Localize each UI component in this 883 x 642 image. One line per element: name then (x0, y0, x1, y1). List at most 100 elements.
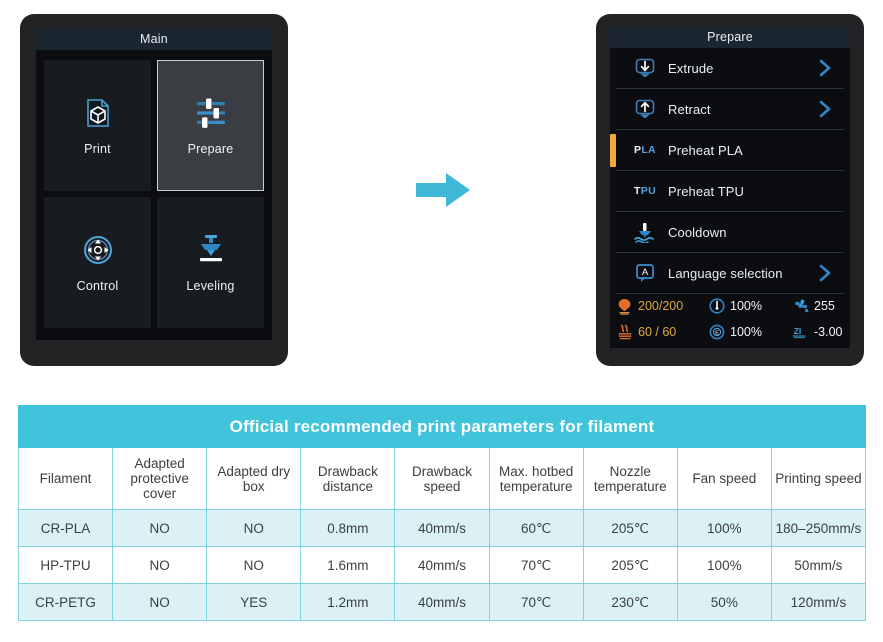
main-screen-device: Main Print Prepare Control Leveling (20, 14, 288, 366)
tile-prepare[interactable]: Prepare (157, 60, 264, 191)
svg-text:ZI: ZI (794, 325, 802, 335)
col-nozzle-temperature: Nozzle temperature (582, 447, 678, 510)
menu-row-preheat-pla[interactable]: PLA Preheat PLA (610, 130, 844, 171)
cell-fan-speed: 100% (676, 546, 772, 584)
col-drawback-distance: Drawback distance (300, 447, 396, 510)
cell-filament: CR-PLA (17, 509, 114, 547)
cell-fan-speed: 100% (676, 509, 772, 547)
cell-drawback-speed: 40mm/s (394, 546, 490, 584)
cell-printing-speed: 50mm/s (770, 546, 867, 584)
tpu-tag-icon: TPU (630, 178, 660, 204)
tile-control[interactable]: Control (44, 197, 151, 328)
right-arrow-icon (416, 172, 470, 208)
cell-protective-cover: NO (112, 583, 208, 621)
dpad-move-icon (81, 233, 115, 267)
menu-label-language-selection: Language selection (668, 265, 783, 281)
pla-tag-blue: LA (641, 144, 656, 156)
cell-protective-cover: NO (112, 546, 208, 584)
chevron-right-icon (818, 59, 832, 77)
status-flow-percent-value: 100% (730, 325, 762, 339)
prepare-screen-title: Prepare (610, 26, 850, 48)
col-printing-speed: Printing speed (770, 447, 867, 510)
cell-drawback-distance: 0.8mm (300, 509, 396, 547)
cell-drawback-speed: 40mm/s (394, 509, 490, 547)
main-screen: Main Print Prepare Control Leveling (36, 28, 272, 340)
menu-row-preheat-tpu[interactable]: TPU Preheat TPU (616, 171, 844, 212)
prepare-status-strip: 200/200 100% 255 60 / 60 E 100% ZI -3.00 (616, 290, 844, 346)
main-menu-grid: Print Prepare Control Leveling (36, 50, 272, 340)
print-file-cube-icon (81, 96, 115, 130)
col-filament: Filament (17, 447, 114, 510)
cell-printing-speed: 120mm/s (770, 583, 867, 621)
tile-leveling[interactable]: Leveling (157, 197, 264, 328)
language-a-icon: A (630, 260, 660, 286)
status-z-offset-value: -3.00 (814, 325, 843, 339)
col-adapted-dry-box: Adapted dry box (206, 447, 302, 510)
table-row: CR-PLA NO NO 0.8mm 40mm/s 60℃ 205℃ 100% … (17, 509, 867, 547)
status-nozzle-temp-value: 200/200 (638, 299, 684, 313)
svg-text:E: E (715, 331, 719, 337)
cell-drawback-distance: 1.6mm (300, 546, 396, 584)
cell-nozzle-temperature: 205℃ (582, 509, 678, 547)
chevron-right-icon (818, 100, 832, 118)
extrude-down-arrow-icon (630, 55, 660, 81)
sliders-icon (194, 96, 228, 130)
status-nozzle-temp: 200/200 (616, 298, 708, 315)
menu-label-cooldown: Cooldown (668, 224, 727, 240)
col-max-hotbed-temperature: Max. hotbed temperature (488, 447, 584, 510)
cell-dry-box: YES (206, 583, 302, 621)
cell-max-hotbed-temperature: 60℃ (488, 509, 584, 547)
fan-speed-dial-icon (708, 298, 725, 315)
leveling-nozzle-icon (194, 233, 228, 267)
col-fan-speed: Fan speed (676, 447, 772, 510)
cell-filament: CR-PETG (17, 583, 114, 621)
cell-nozzle-temperature: 205℃ (582, 546, 678, 584)
tile-leveling-label: Leveling (186, 278, 235, 293)
status-flow-percent: E 100% (708, 324, 792, 341)
prepare-screen-device: Prepare Extrude Retract PLA Preheat PLA … (596, 14, 864, 366)
status-fan-percent-value: 100% (730, 299, 762, 313)
menu-row-extrude[interactable]: Extrude (616, 48, 844, 89)
menu-row-retract[interactable]: Retract (616, 89, 844, 130)
table-title: Official recommended print parameters fo… (18, 405, 866, 448)
menu-label-retract: Retract (668, 101, 711, 117)
col-adapted-protective-cover: Adapted protective cover (112, 447, 208, 510)
status-bed-temp: 60 / 60 (616, 324, 708, 341)
status-z-offset: ZI -3.00 (792, 324, 844, 341)
cell-protective-cover: NO (112, 509, 208, 547)
cell-fan-speed: 50% (676, 583, 772, 621)
tile-print-label: Print (84, 141, 111, 156)
status-fan-percent: 100% (708, 298, 792, 315)
prepare-screen: Prepare Extrude Retract PLA Preheat PLA … (610, 26, 850, 348)
chevron-right-icon (818, 264, 832, 282)
tpu-tag-white: T (634, 185, 641, 197)
selection-bar (610, 134, 616, 167)
fan-icon (792, 298, 809, 315)
cell-max-hotbed-temperature: 70℃ (488, 583, 584, 621)
table-header-row: Filament Adapted protective cover Adapte… (17, 447, 867, 510)
menu-label-preheat-pla: Preheat PLA (668, 142, 743, 158)
tile-control-label: Control (76, 278, 119, 293)
main-screen-title: Main (36, 28, 272, 50)
prepare-menu-list: Extrude Retract PLA Preheat PLA TPU Preh… (610, 48, 850, 348)
cell-drawback-distance: 1.2mm (300, 583, 396, 621)
col-drawback-speed: Drawback speed (394, 447, 490, 510)
tile-print[interactable]: Print (44, 60, 151, 191)
svg-text:A: A (642, 267, 649, 278)
status-fan-value-value: 255 (814, 299, 835, 313)
cell-nozzle-temperature: 230℃ (582, 583, 678, 621)
cell-dry-box: NO (206, 546, 302, 584)
extrusion-dial-icon: E (708, 324, 725, 341)
pla-tag-icon: PLA (630, 137, 660, 163)
retract-up-arrow-icon (630, 96, 660, 122)
status-bed-temp-value: 60 / 60 (638, 325, 677, 339)
table-title-row: Official recommended print parameters fo… (18, 405, 866, 448)
cooldown-icon (630, 219, 660, 245)
status-fan-value: 255 (792, 298, 844, 315)
cell-filament: HP-TPU (17, 546, 114, 584)
cell-drawback-speed: 40mm/s (394, 583, 490, 621)
menu-row-language-selection[interactable]: A Language selection (616, 253, 844, 294)
z-offset-icon: ZI (792, 324, 809, 341)
nozzle-temp-icon (616, 298, 633, 315)
menu-row-cooldown[interactable]: Cooldown (616, 212, 844, 253)
